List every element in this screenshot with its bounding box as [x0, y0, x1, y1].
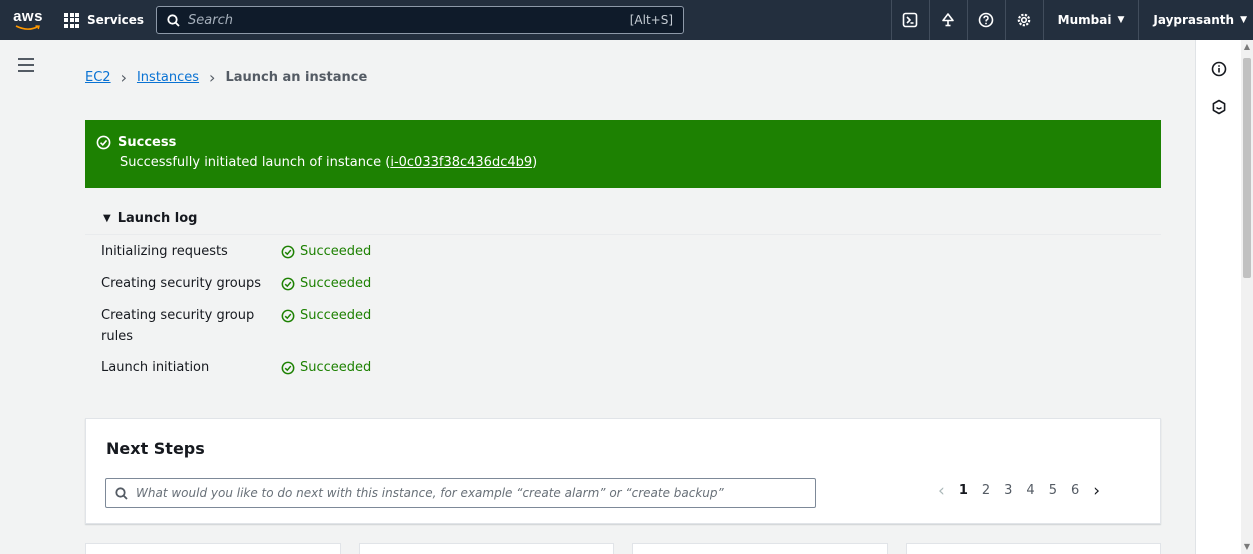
- info-icon: [1211, 61, 1227, 77]
- log-step-name: Initializing requests: [101, 244, 228, 259]
- global-search[interactable]: [Alt+S]: [156, 6, 685, 34]
- caret-down-icon: ▼: [1240, 15, 1247, 25]
- cloudshell-button[interactable]: [890, 0, 929, 40]
- launch-log-row: Initializing requests Succeeded: [101, 241, 371, 262]
- top-navigation: aws Services [Alt+S]: [0, 0, 1253, 40]
- cloudshell-icon: [902, 12, 918, 28]
- nav-right: Mumbai ▼ Jayprasanth ▼: [890, 0, 1253, 40]
- next-steps-title: Next Steps: [106, 439, 205, 458]
- launch-log-row: Launch initiation Succeeded: [101, 357, 371, 378]
- settings-button[interactable]: [1004, 0, 1043, 40]
- divider: [85, 234, 1161, 235]
- next-step-card[interactable]: [905, 543, 1161, 554]
- breadcrumb-instances-link[interactable]: Instances: [137, 70, 199, 85]
- next-step-card[interactable]: [632, 543, 888, 554]
- search-icon: [167, 13, 180, 27]
- region-label: Mumbai: [1057, 13, 1112, 27]
- page-2-button[interactable]: 2: [982, 483, 990, 498]
- check-circle-icon: [281, 361, 295, 374]
- aws-logo[interactable]: aws: [0, 0, 56, 40]
- help-icon: [978, 12, 994, 28]
- feedback-button[interactable]: [1210, 98, 1228, 116]
- check-circle-icon: [96, 135, 111, 150]
- next-steps-search-input[interactable]: [136, 486, 806, 500]
- chevron-right-icon[interactable]: ›: [1093, 482, 1100, 499]
- launch-log-toggle[interactable]: ▼ Launch log: [103, 211, 197, 226]
- settings-icon: [1017, 13, 1031, 27]
- log-step-status: Succeeded: [281, 305, 371, 347]
- launch-log-row: Creating security groups Succeeded: [101, 273, 371, 294]
- search-icon: [115, 486, 128, 500]
- log-step-status: Succeeded: [281, 273, 371, 294]
- caret-down-icon: ▼: [1117, 15, 1125, 25]
- check-circle-icon: [281, 309, 295, 323]
- launch-log-title: Launch log: [117, 211, 198, 226]
- scrollbar-thumb[interactable]: [1243, 58, 1251, 278]
- chevron-right-icon: ›: [209, 68, 216, 87]
- chevron-right-icon: ›: [120, 68, 127, 87]
- next-step-card[interactable]: [85, 543, 341, 554]
- page-5-button[interactable]: 5: [1049, 483, 1057, 498]
- aws-smile-icon: [15, 24, 40, 30]
- success-flashbar: Success Successfully initiated launch of…: [85, 120, 1161, 188]
- info-button[interactable]: [1210, 60, 1228, 78]
- page-4-button[interactable]: 4: [1026, 483, 1034, 498]
- grid-icon: [64, 12, 79, 28]
- instance-id-link[interactable]: i-0c033f38c436dc4b9: [390, 155, 532, 170]
- scroll-up-icon[interactable]: ▲: [1243, 42, 1251, 52]
- aws-logo-text: aws: [13, 7, 43, 25]
- page-3-button[interactable]: 3: [1004, 483, 1012, 498]
- next-steps-cards: [85, 543, 1161, 554]
- region-selector[interactable]: Mumbai ▼: [1042, 0, 1139, 40]
- log-step-name: Creating security groups: [101, 276, 261, 291]
- tools-rail: [1195, 40, 1241, 554]
- page-6-button[interactable]: 6: [1071, 483, 1079, 498]
- hexagon-feedback-icon: [1212, 99, 1226, 115]
- account-menu[interactable]: Jayprasanth ▼: [1138, 0, 1253, 40]
- page-1-button[interactable]: 1: [959, 483, 968, 498]
- scroll-down-icon[interactable]: ▼: [1243, 542, 1251, 552]
- log-step-name: Creating security group rules: [101, 308, 255, 344]
- chevron-left-icon[interactable]: ‹: [938, 482, 945, 499]
- side-nav-toggle[interactable]: [18, 58, 34, 72]
- flash-title: Success: [118, 135, 177, 150]
- notifications-button[interactable]: [928, 0, 967, 40]
- launch-log-row: Creating security group rules Succeeded: [101, 305, 371, 347]
- search-shortcut: [Alt+S]: [629, 13, 674, 27]
- next-steps-panel: Next Steps ‹ 1 2 3 4 5 6 ›: [85, 418, 1161, 524]
- log-step-name: Launch initiation: [101, 360, 210, 375]
- breadcrumb: EC2 › Instances › Launch an instance: [85, 68, 368, 87]
- caret-down-icon: ▼: [103, 213, 111, 224]
- services-label: Services: [87, 13, 145, 27]
- log-step-status: Succeeded: [281, 241, 371, 262]
- next-steps-search[interactable]: [105, 478, 816, 508]
- breadcrumb-current: Launch an instance: [225, 70, 368, 85]
- pagination: ‹ 1 2 3 4 5 6 ›: [938, 482, 1100, 499]
- user-label: Jayprasanth: [1153, 13, 1235, 27]
- check-circle-icon: [281, 245, 295, 258]
- page-scrollbar[interactable]: ▲ ▼: [1241, 40, 1253, 554]
- log-step-status: Succeeded: [281, 357, 371, 378]
- services-menu-button[interactable]: Services: [56, 0, 154, 40]
- global-search-input[interactable]: [188, 12, 622, 28]
- check-circle-icon: [281, 277, 295, 290]
- next-step-card[interactable]: [358, 543, 614, 554]
- breadcrumb-ec2-link[interactable]: EC2: [85, 70, 111, 85]
- bell-icon: [942, 13, 954, 27]
- flash-message: Successfully initiated launch of instanc…: [120, 155, 538, 170]
- help-button[interactable]: [966, 0, 1005, 40]
- menu-icon: [18, 58, 34, 60]
